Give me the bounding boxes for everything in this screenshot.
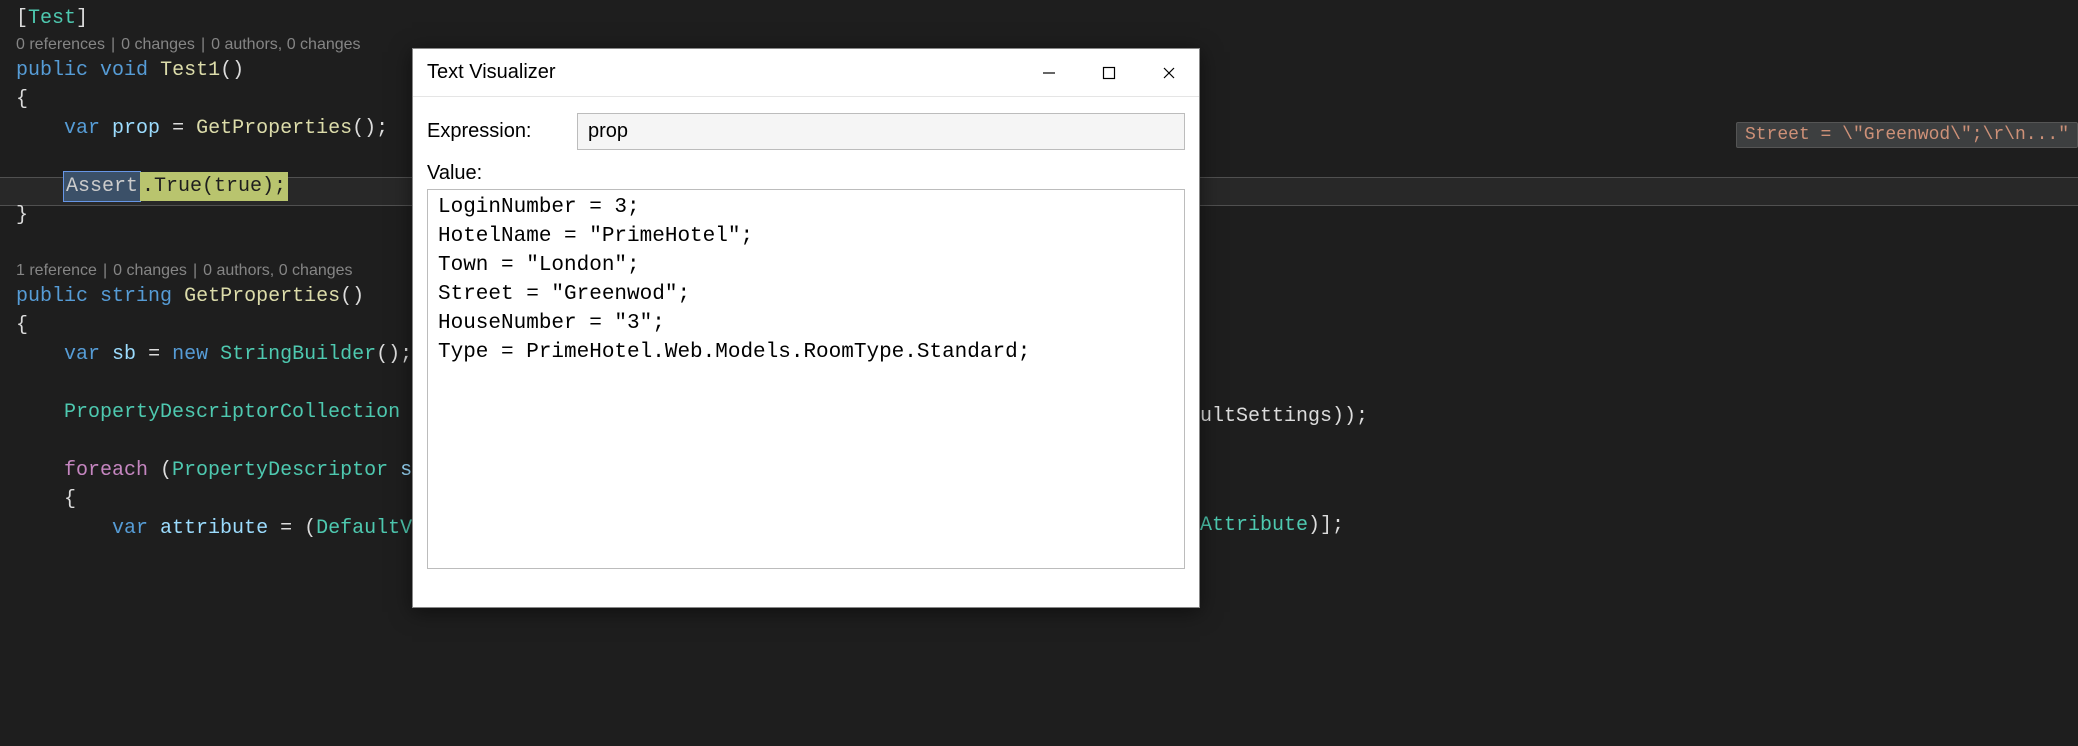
dialog-title: Text Visualizer	[413, 61, 1019, 84]
minimize-icon	[1041, 65, 1057, 81]
value-label: Value:	[427, 162, 1185, 185]
close-icon	[1161, 65, 1177, 81]
value-textarea[interactable]	[427, 189, 1185, 569]
text-visualizer-dialog: Text Visualizer Expression: Value:	[412, 48, 1200, 608]
minimize-button[interactable]	[1019, 49, 1079, 96]
dialog-titlebar[interactable]: Text Visualizer	[413, 49, 1199, 97]
maximize-icon	[1101, 65, 1117, 81]
maximize-button[interactable]	[1079, 49, 1139, 96]
debugger-datatip[interactable]: Street = \"Greenwod\";\r\n..."	[1736, 122, 2078, 148]
attribute-line: [Test]	[16, 4, 2062, 33]
close-button[interactable]	[1139, 49, 1199, 96]
expression-input[interactable]	[577, 113, 1185, 150]
code-right-fragments: ultSettings)); Attribute)];	[1200, 405, 1368, 537]
expression-label: Expression:	[427, 120, 577, 143]
